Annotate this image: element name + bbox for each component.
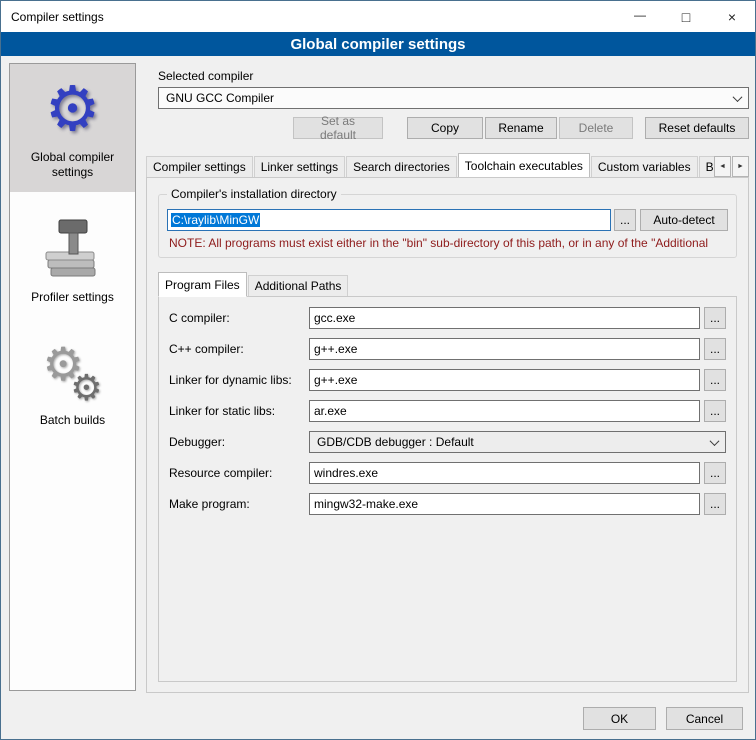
sidebar-item-profiler-settings[interactable]: Profiler settings [10,202,135,317]
tab-build-options[interactable]: Builc [699,156,714,177]
title-bar: Compiler settings — □ × [1,1,755,32]
field-label: Linker for static libs: [169,404,309,418]
field-row-dynamic-linker: Linker for dynamic libs: ... [169,369,726,391]
installation-directory-group-title: Compiler's installation directory [167,187,341,201]
selected-compiler-label: Selected compiler [158,69,749,83]
copy-button[interactable]: Copy [407,117,483,139]
selected-compiler-select[interactable]: GNU GCC Compiler [158,87,749,109]
minimize-button[interactable]: — [617,1,663,32]
browse-cpp-compiler-button[interactable]: ... [704,338,726,360]
field-row-c-compiler: C compiler: ... [169,307,726,329]
reset-defaults-button[interactable]: Reset defaults [645,117,749,139]
browse-static-linker-button[interactable]: ... [704,400,726,422]
dialog-footer: OK Cancel [583,707,743,730]
window-controls: — □ × [617,1,755,32]
browse-make-program-button[interactable]: ... [704,493,726,515]
compiler-settings-dialog: Compiler settings — □ × Global compiler … [0,0,756,740]
sidebar-item-global-compiler-settings[interactable]: ⚙ Global compiler settings [10,64,135,192]
dynamic-linker-input[interactable] [309,369,700,391]
settings-sidebar: ⚙ Global compiler settings Profiler sett… [9,63,136,691]
tab-toolchain-executables[interactable]: Toolchain executables [458,153,590,177]
close-icon: × [728,10,736,24]
notebook-tabs-row: Compiler settings Linker settings Search… [146,153,749,177]
chevron-down-icon [733,92,743,102]
debugger-select[interactable]: GDB/CDB debugger : Default [309,431,726,453]
ok-button[interactable]: OK [583,707,656,730]
selected-compiler-value: GNU GCC Compiler [166,91,274,105]
tab-program-files[interactable]: Program Files [158,272,247,297]
tab-search-directories[interactable]: Search directories [346,156,457,177]
window-title: Compiler settings [11,10,104,24]
field-label: Resource compiler: [169,466,309,480]
static-linker-input[interactable] [309,400,700,422]
resource-compiler-input[interactable] [309,462,700,484]
field-row-static-linker: Linker for static libs: ... [169,400,726,422]
tab-linker-settings[interactable]: Linker settings [254,156,345,177]
set-as-default-button: Set as default [293,117,383,139]
sidebar-item-batch-builds[interactable]: ⚙ ⚙ Batch builds [10,327,135,440]
field-label: C++ compiler: [169,342,309,356]
cancel-button[interactable]: Cancel [666,707,743,730]
tab-scroll-buttons: ◄ ► [713,156,749,177]
sidebar-item-label: Profiler settings [31,290,114,305]
field-label: C compiler: [169,311,309,325]
arrow-right-icon: ► [737,163,744,170]
field-row-make-program: Make program: ... [169,493,726,515]
installation-note: NOTE: All programs must exist either in … [169,236,728,250]
browse-c-compiler-button[interactable]: ... [704,307,726,329]
delete-button: Delete [559,117,633,139]
field-label: Debugger: [169,435,309,449]
installation-directory-group: Compiler's installation directory C:\ray… [158,194,737,258]
c-compiler-input[interactable] [309,307,700,329]
maximize-icon: □ [682,10,690,24]
tab-additional-paths[interactable]: Additional Paths [248,275,349,296]
installation-directory-row: C:\raylib\MinGW ... Auto-detect [167,209,728,231]
make-program-input[interactable] [309,493,700,515]
program-files-page: C compiler: ... C++ compiler: ... Linker… [158,296,737,682]
arrow-left-icon: ◄ [719,163,726,170]
blue-gear-icon: ⚙ [45,78,101,142]
maximize-button[interactable]: □ [663,1,709,32]
browse-directory-button[interactable]: ... [614,209,636,231]
profiler-icon [43,216,103,282]
field-row-cpp-compiler: C++ compiler: ... [169,338,726,360]
sidebar-item-label: Batch builds [40,413,105,428]
sidebar-item-label: Global compiler settings [14,150,131,180]
installation-directory-input[interactable]: C:\raylib\MinGW [167,209,611,231]
chevron-down-icon [710,436,720,446]
close-button[interactable]: × [709,1,755,32]
field-row-resource-compiler: Resource compiler: ... [169,462,726,484]
debugger-value: GDB/CDB debugger : Default [317,435,474,449]
tab-scroll-right-button[interactable]: ► [732,156,749,177]
compiler-actions: Set as default Copy Rename Delete Reset … [158,117,749,139]
gray-gears-icon: ⚙ ⚙ [41,341,105,405]
cpp-compiler-input[interactable] [309,338,700,360]
browse-dynamic-linker-button[interactable]: ... [704,369,726,391]
auto-detect-button[interactable]: Auto-detect [640,209,728,231]
rename-button[interactable]: Rename [485,117,557,139]
field-label: Make program: [169,497,309,511]
tab-compiler-settings[interactable]: Compiler settings [146,156,253,177]
dialog-banner: Global compiler settings [1,32,755,56]
main-panel: Selected compiler GNU GCC Compiler Set a… [146,63,749,693]
field-row-debugger: Debugger: GDB/CDB debugger : Default [169,431,726,453]
field-label: Linker for dynamic libs: [169,373,309,387]
browse-resource-compiler-button[interactable]: ... [704,462,726,484]
notebook-tabs: Compiler settings Linker settings Search… [146,153,714,177]
sub-notebook-tabs: Program Files Additional Paths [158,272,737,296]
tab-scroll-left-button[interactable]: ◄ [714,156,731,177]
tab-custom-variables[interactable]: Custom variables [591,156,698,177]
dialog-banner-title: Global compiler settings [290,36,465,53]
toolchain-executables-page: Compiler's installation directory C:\ray… [146,177,749,693]
minimize-icon: — [634,9,646,21]
installation-directory-value: C:\raylib\MinGW [171,213,260,227]
